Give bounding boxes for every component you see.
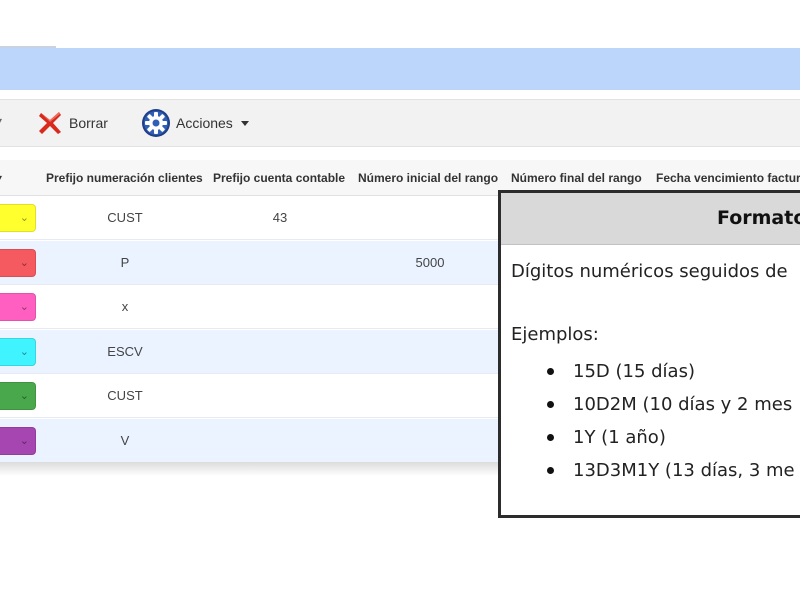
cell-client-prefix[interactable]: ESCV <box>80 330 170 374</box>
cell-account-prefix[interactable] <box>240 330 320 374</box>
cell-client-prefix[interactable]: V <box>80 419 170 463</box>
chevron-down-icon: ⌄ <box>19 434 29 447</box>
cell-account-prefix[interactable] <box>240 241 320 285</box>
tooltip-body: Dígitos numéricos seguidos de Ejemplos: … <box>501 245 800 499</box>
color-select[interactable]: ⌄ <box>0 338 36 366</box>
actions-menu-label: Acciones <box>176 115 233 131</box>
delete-button-label: Borrar <box>69 115 108 131</box>
color-select[interactable]: ⌄ <box>0 204 36 232</box>
tooltip-title: Formato <box>717 207 800 229</box>
color-select[interactable]: ⌄ <box>0 382 36 410</box>
delete-button[interactable]: Borrar <box>36 100 108 146</box>
cell-client-prefix[interactable]: P <box>80 241 170 285</box>
cell-client-prefix[interactable]: x <box>80 285 170 329</box>
toolbar: ▾ Borrar Acciones <box>0 99 800 147</box>
color-select[interactable]: ⌄ <box>0 249 36 277</box>
header-bar <box>0 48 800 90</box>
chevron-down-icon: ⌄ <box>19 211 29 224</box>
cell-range-start[interactable] <box>385 419 475 463</box>
column-header-range-start[interactable]: Número inicial del rango <box>358 160 498 196</box>
chevron-down-icon: ⌄ <box>19 345 29 358</box>
cell-client-prefix[interactable]: CUST <box>80 196 170 240</box>
cell-account-prefix[interactable]: 43 <box>240 196 320 240</box>
format-tooltip: Formato Dígitos numéricos seguidos de Ej… <box>498 190 800 518</box>
cell-account-prefix[interactable] <box>240 374 320 418</box>
chevron-down-icon: ⌄ <box>19 300 29 313</box>
tooltip-examples-list: 15D (15 días) 10D2M (10 días y 2 mes 1Y … <box>511 355 795 487</box>
tooltip-description: Dígitos numéricos seguidos de <box>511 261 788 282</box>
tooltip-example-item: 1Y (1 año) <box>511 421 795 454</box>
chevron-down-icon: ⌄ <box>19 389 29 402</box>
cell-account-prefix[interactable] <box>240 419 320 463</box>
column-header-client-prefix[interactable]: Prefijo numeración clientes <box>46 160 203 196</box>
cell-range-start[interactable] <box>385 196 475 240</box>
cell-client-prefix[interactable]: CUST <box>80 374 170 418</box>
gear-icon <box>142 109 170 137</box>
cell-account-prefix[interactable] <box>240 285 320 329</box>
cell-range-start[interactable]: 5000 <box>385 241 475 285</box>
tooltip-example-item: 10D2M (10 días y 2 mes <box>511 388 795 421</box>
column-header-truncated: ▾ <box>0 160 2 196</box>
color-select[interactable]: ⌄ <box>0 293 36 321</box>
close-x-icon <box>39 112 61 134</box>
column-header-account-prefix[interactable]: Prefijo cuenta contable <box>213 160 345 196</box>
cell-range-start[interactable] <box>385 374 475 418</box>
actions-menu-button[interactable]: Acciones <box>141 100 249 146</box>
cell-range-start[interactable] <box>385 330 475 374</box>
tooltip-examples-label: Ejemplos: <box>511 324 599 345</box>
cell-range-start[interactable] <box>385 285 475 329</box>
chevron-down-icon[interactable]: ▾ <box>0 114 2 128</box>
caret-down-icon <box>240 120 249 126</box>
chevron-down-icon: ⌄ <box>19 256 29 269</box>
tooltip-example-item: 15D (15 días) <box>511 355 795 388</box>
tooltip-header: Formato <box>501 193 800 245</box>
color-select[interactable]: ⌄ <box>0 427 36 455</box>
tooltip-example-item: 13D3M1Y (13 días, 3 me <box>511 454 795 487</box>
